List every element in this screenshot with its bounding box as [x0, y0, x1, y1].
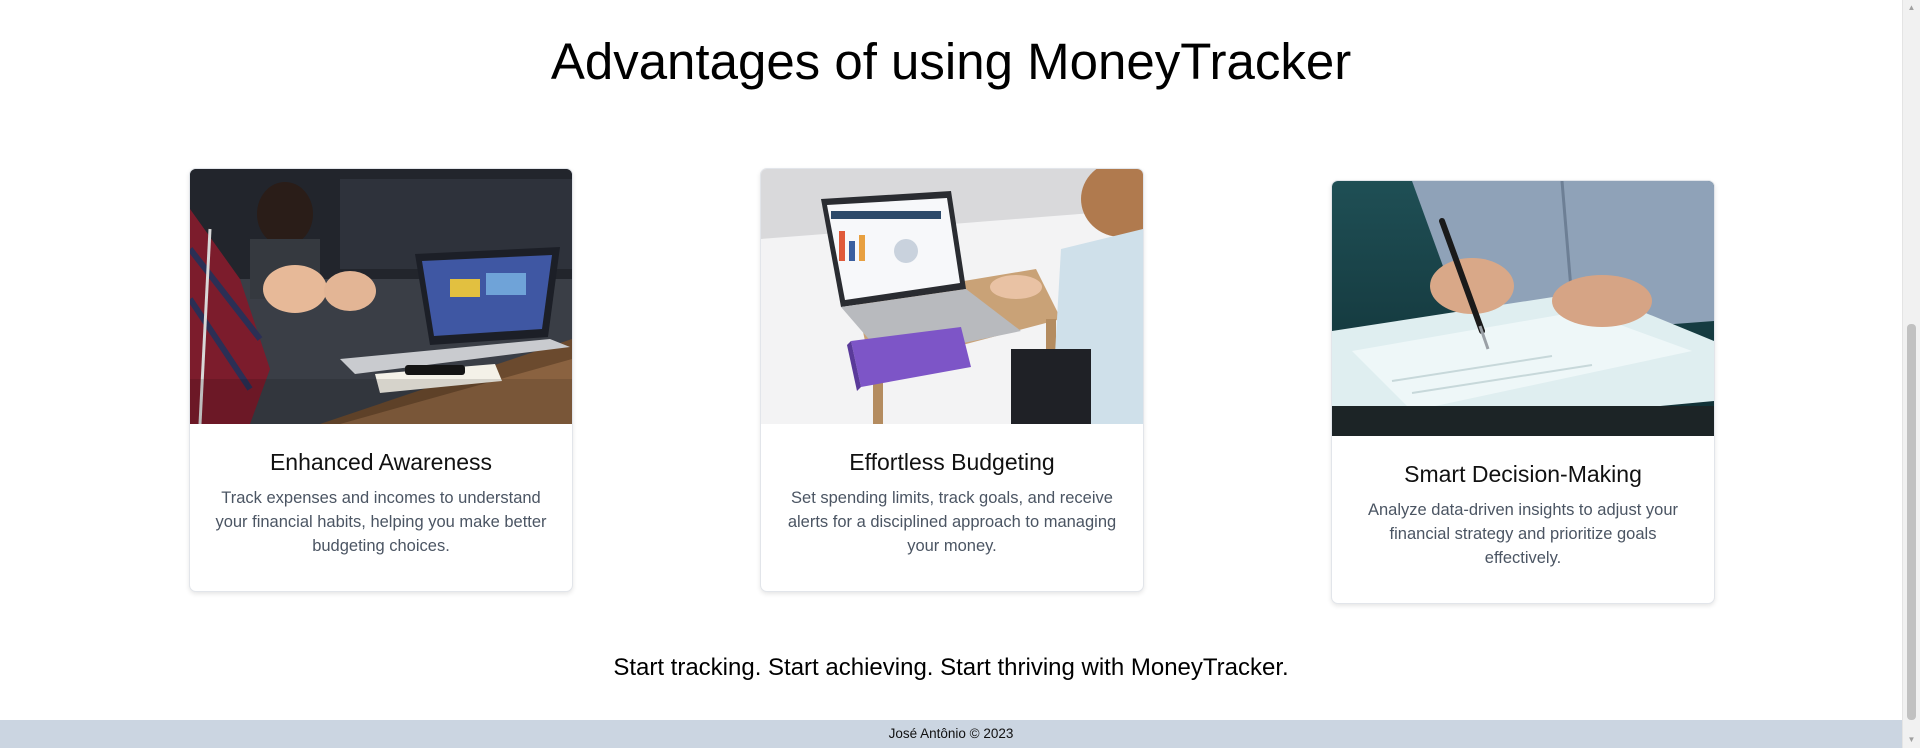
vertical-scrollbar[interactable]: ▲ ▼: [1902, 0, 1920, 748]
scrollbar-thumb[interactable]: [1907, 324, 1916, 720]
meeting-laptop-illustration: [190, 169, 572, 424]
section-heading: Advantages of using MoneyTracker: [550, 33, 1352, 90]
page: Advantages of using MoneyTracker Enhance…: [0, 0, 1920, 748]
signing-document-illustration: [1332, 181, 1714, 436]
footer-copyright: José Antônio © 2023: [888, 726, 1014, 741]
card-description: Set spending limits, track goals, and re…: [787, 489, 1117, 555]
laptop-bed-illustration: [761, 169, 1143, 424]
tagline: Start tracking. Start achieving. Start t…: [613, 654, 1289, 681]
card-title: Smart Decision-Making: [1404, 461, 1642, 487]
card-image-laptop-bed: [761, 169, 1143, 424]
footer: José Antônio © 2023: [0, 720, 1902, 748]
card-image-meeting-laptop: [190, 169, 572, 424]
scroll-up-arrow-icon[interactable]: ▲: [1903, 0, 1920, 16]
advantages-section: Advantages of using MoneyTracker Enhance…: [0, 0, 1902, 748]
card-image-signing-document: [1332, 181, 1714, 436]
card-title: Enhanced Awareness: [269, 449, 493, 475]
card-enhanced-awareness: Enhanced Awareness Track expenses and in…: [189, 168, 573, 592]
scroll-down-arrow-icon[interactable]: ▼: [1903, 732, 1920, 748]
card-description: Track expenses and incomes to understand…: [215, 489, 547, 555]
card-effortless-budgeting: Effortless Budgeting Set spending limits…: [760, 168, 1144, 592]
card-title: Effortless Budgeting: [849, 449, 1055, 475]
card-description: Analyze data-driven insights to adjust y…: [1367, 501, 1678, 567]
card-smart-decision-making: Smart Decision-Making Analyze data-drive…: [1331, 180, 1715, 604]
